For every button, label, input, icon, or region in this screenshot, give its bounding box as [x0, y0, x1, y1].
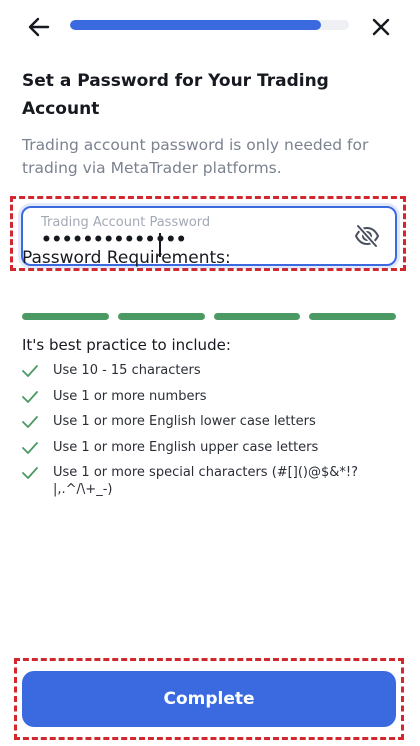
toggle-visibility-button[interactable]: [353, 223, 381, 249]
complete-button[interactable]: Complete: [22, 671, 396, 727]
requirement-item: Use 10 - 15 characters: [22, 362, 392, 379]
requirement-label: Use 1 or more numbers: [53, 388, 207, 404]
progress-bar: [70, 20, 349, 30]
requirement-item: Use 1 or more English lower case letters: [22, 413, 392, 430]
requirement-item: Use 1 or more special characters (#[]()@…: [22, 464, 392, 498]
page-title: Set a Password for Your Trading Account: [22, 71, 329, 119]
requirement-item: Use 1 or more English upper case letters: [22, 439, 392, 456]
requirements-heading: Password Requirements:: [22, 248, 231, 268]
requirement-label: Use 10 - 15 characters: [53, 363, 201, 378]
password-strength-meter: [22, 313, 396, 320]
top-bar: [0, 0, 420, 52]
check-icon: [22, 416, 38, 428]
close-button[interactable]: [368, 14, 394, 40]
requirement-item: Use 1 or more numbers: [22, 388, 392, 405]
check-icon: [22, 467, 38, 479]
back-button[interactable]: [26, 14, 52, 40]
page-description: Trading account password is only needed …: [22, 136, 369, 177]
eye-off-icon: [354, 224, 380, 248]
requirement-label: Use 1 or more special characters (#[]()@…: [53, 465, 358, 497]
check-icon: [22, 390, 38, 403]
requirement-label: Use 1 or more English upper case letters: [53, 439, 319, 455]
check-icon: [22, 365, 38, 377]
strength-segment: [213, 313, 301, 320]
requirements-list: Use 10 - 15 characters Use 1 or more num…: [22, 362, 392, 507]
best-practice-heading: It's best practice to include:: [22, 336, 231, 354]
close-icon: [372, 18, 390, 36]
check-icon: [22, 441, 38, 454]
requirement-label: Use 1 or more English lower case letters: [53, 414, 316, 429]
arrow-left-icon: [28, 17, 50, 37]
strength-segment: [309, 313, 396, 320]
strength-segment: [117, 313, 205, 320]
password-field-label: Trading Account Password: [41, 215, 211, 230]
progress-bar-fill: [70, 20, 322, 30]
strength-segment: [22, 313, 109, 320]
